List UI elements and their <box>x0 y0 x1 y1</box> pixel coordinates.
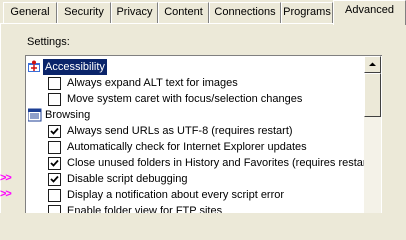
marker-arrow: >> <box>0 188 12 200</box>
tab-security[interactable]: Security <box>57 2 111 23</box>
scroll-up-button[interactable] <box>364 56 381 73</box>
checkbox[interactable] <box>48 141 61 154</box>
checkbox[interactable] <box>48 189 61 202</box>
setting-option[interactable]: Move system caret with focus/selection c… <box>26 91 366 107</box>
settings-label: Settings: <box>27 36 70 48</box>
checkbox-checked[interactable] <box>48 157 61 170</box>
category-label: Browsing <box>45 109 91 121</box>
checkmark-icon <box>50 175 59 183</box>
tab-connections[interactable]: Connections <box>209 2 281 23</box>
setting-option[interactable]: Enable folder view for FTP sites <box>26 203 366 213</box>
setting-option[interactable]: Disable script debugging <box>26 171 366 187</box>
option-label: Enable folder view for FTP sites <box>67 205 223 213</box>
checkmark-icon <box>50 159 59 167</box>
scroll-thumb[interactable] <box>364 73 381 117</box>
tab-strip: General Security Privacy Content Connect… <box>0 0 406 25</box>
option-label: Close unused folders in History and Favo… <box>67 157 374 169</box>
settings-list[interactable]: Accessibility Always expand ALT text for… <box>25 55 382 213</box>
vertical-scrollbar[interactable] <box>364 56 381 213</box>
setting-option[interactable]: Automatically check for Internet Explore… <box>26 139 366 155</box>
tab-privacy[interactable]: Privacy <box>111 2 158 23</box>
tab-advanced[interactable]: Advanced <box>333 0 406 25</box>
setting-option[interactable]: Always send URLs as UTF-8 (requires rest… <box>26 123 366 139</box>
setting-option[interactable]: Display a notification about every scrip… <box>26 187 366 203</box>
arrow-up-icon <box>369 62 376 66</box>
option-label: Always send URLs as UTF-8 (requires rest… <box>67 125 293 137</box>
category-accessibility[interactable]: Accessibility <box>26 59 366 75</box>
option-label: Automatically check for Internet Explore… <box>67 141 307 153</box>
tab-content[interactable]: Content <box>158 2 209 23</box>
option-label: Display a notification about every scrip… <box>67 189 285 201</box>
checkbox[interactable] <box>48 93 61 106</box>
setting-option[interactable]: Close unused folders in History and Favo… <box>26 155 373 171</box>
category-label: Accessibility <box>43 59 107 75</box>
checkbox-checked[interactable] <box>48 173 61 186</box>
tab-programs[interactable]: Programs <box>281 2 333 23</box>
marker-arrow: >> <box>0 172 12 184</box>
checkbox-checked[interactable] <box>48 125 61 138</box>
category-browsing[interactable]: Browsing <box>26 107 366 123</box>
setting-option[interactable]: Always expand ALT text for images <box>26 75 366 91</box>
option-label: Always expand ALT text for images <box>67 77 238 89</box>
option-label: Move system caret with focus/selection c… <box>67 93 303 105</box>
option-label: Disable script debugging <box>67 173 188 185</box>
checkbox[interactable] <box>48 77 61 90</box>
checkmark-icon <box>50 127 59 135</box>
tab-general[interactable]: General <box>3 2 57 23</box>
checkbox[interactable] <box>48 205 61 213</box>
